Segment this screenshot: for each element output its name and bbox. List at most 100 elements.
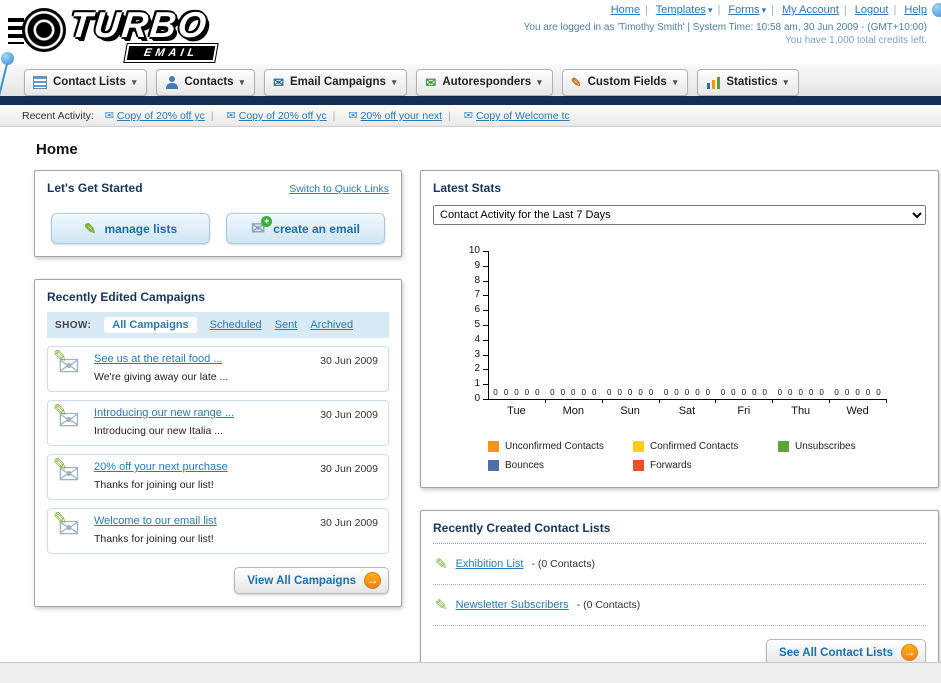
campaign-subtitle: Thanks for joining our list!: [94, 533, 214, 545]
tab-statistics[interactable]: Statistics ▾: [697, 69, 800, 96]
page-title: Home: [36, 141, 78, 158]
y-tick-label: 4: [474, 333, 480, 345]
y-tick-mark: [483, 310, 488, 312]
plus-icon: +: [261, 216, 273, 227]
logo-subtext: EMAIL: [123, 43, 219, 63]
x-tick-mark: [829, 399, 831, 403]
create-email-button[interactable]: ✉ + create an email: [226, 213, 385, 244]
bar-value-labels: 00000: [606, 388, 654, 397]
chart-x-axis: [488, 399, 886, 400]
stats-title: Latest Stats: [433, 181, 502, 195]
custom-fields-icon: ✎: [570, 74, 582, 90]
contact-lists-title: Recently Created Contact Lists: [433, 521, 611, 535]
filter-sent[interactable]: Sent: [275, 319, 298, 331]
campaign-subtitle: Thanks for joining our list!: [94, 479, 214, 491]
top-link-templates[interactable]: Templates ▾: [656, 4, 713, 16]
y-tick-mark: [483, 325, 488, 326]
autoresponders-icon: ✉: [425, 74, 437, 90]
tab-contact-lists[interactable]: Contact Lists ▾: [24, 69, 148, 96]
tab-autoresponders[interactable]: ✉ Autoresponders ▾: [416, 69, 553, 96]
envelope-icon: ✉: [104, 110, 114, 122]
campaign-row[interactable]: ✉ ✎ Welcome to our email list Thanks for …: [47, 508, 389, 554]
top-link-forms[interactable]: Forms ▾: [728, 4, 766, 16]
recent-activity-link[interactable]: 20% off your next: [361, 110, 443, 122]
campaign-row[interactable]: ✉ ✎ 20% off your next purchase Thanks for…: [47, 454, 389, 500]
filter-archived[interactable]: Archived: [310, 319, 353, 331]
pencil-icon: ✎: [435, 597, 448, 614]
recent-activity-bar: Recent Activity: ✉Copy of 20% off yc ✉Co…: [0, 105, 941, 127]
tab-contacts[interactable]: Contacts ▾: [156, 69, 256, 96]
x-tick-mark: [544, 399, 546, 403]
get-started-panel: Let's Get Started Switch to Quick Links …: [34, 170, 402, 257]
pencil-icon: ✎: [435, 556, 448, 573]
y-tick-label: 2: [474, 363, 480, 375]
recent-activity-link[interactable]: Copy of Welcome tc: [476, 110, 570, 122]
y-tick-label: 8: [474, 274, 480, 286]
bar-value-labels: 00000: [720, 388, 767, 397]
contact-lists-icon: [33, 75, 47, 89]
tab-email-campaigns[interactable]: ✉ Email Campaigns ▾: [264, 69, 408, 96]
chevron-down-icon: ▾: [239, 76, 245, 87]
contact-list-row[interactable]: ✎ Exhibition List - (0 Contacts): [433, 544, 926, 585]
campaign-title-link[interactable]: See us at the retail food ...: [94, 353, 302, 365]
top-link-help[interactable]: Help: [904, 4, 927, 16]
legend-swatch: [633, 460, 644, 471]
x-category-label: Tue: [507, 405, 526, 417]
switch-quick-links-link[interactable]: Switch to Quick Links: [289, 183, 389, 195]
chevron-down-icon: ▾: [131, 76, 137, 87]
bar-value-labels: 00000: [777, 388, 824, 397]
recent-activity-item: ✉ Copy of 20% off yc: [105, 110, 220, 122]
contact-list-link[interactable]: Newsletter Subscribers: [456, 599, 569, 611]
turbo-email-logo[interactable]: TURBO EMAIL: [8, 2, 268, 63]
bar-value-labels: 00000: [493, 388, 540, 397]
envelope-pencil-icon: ✉ ✎: [53, 509, 80, 543]
campaign-title-link[interactable]: Welcome to our email list: [94, 515, 302, 527]
tab-label: Contact Lists: [53, 76, 126, 88]
contact-list-row[interactable]: ✎ Newsletter Subscribers - (0 Contacts): [433, 585, 926, 626]
x-category-label: Fri: [737, 405, 751, 417]
y-tick-label: 9: [474, 259, 480, 271]
campaign-title-link[interactable]: 20% off your next purchase: [94, 461, 302, 473]
recent-activity-link[interactable]: Copy of 20% off yc: [239, 110, 327, 122]
envelope-icon: ✉: [348, 110, 358, 122]
tab-custom-fields[interactable]: ✎ Custom Fields ▾: [561, 69, 689, 96]
campaign-subtitle: We're giving away our late ...: [94, 371, 229, 383]
y-tick-mark: [483, 251, 488, 252]
manage-lists-button[interactable]: ✎ manage lists: [51, 213, 210, 244]
top-link-logout[interactable]: Logout: [855, 4, 889, 16]
login-info: You are logged in as 'Timothy Smith' | S…: [523, 22, 927, 33]
x-tick-mark: [658, 399, 660, 403]
recent-activity-item: ✉ 20% off your next: [348, 110, 456, 122]
stats-period-select[interactable]: Contact Activity for the Last 7 Days: [433, 205, 926, 225]
legend-swatch: [633, 441, 644, 452]
campaign-date: 30 Jun 2009: [320, 517, 378, 529]
speedometer-icon: [22, 8, 66, 52]
x-category-label: Mon: [562, 405, 584, 417]
bottom-strip: [0, 662, 941, 683]
y-tick-mark: [483, 295, 488, 297]
contact-list-count: - (0 Contacts): [576, 599, 641, 611]
tab-label: Autoresponders: [442, 76, 532, 88]
recent-activity-item: ✉ Copy of Welcome tc: [464, 110, 570, 122]
filter-scheduled[interactable]: Scheduled: [210, 319, 262, 331]
envelope-icon: ✉: [463, 110, 473, 122]
arrow-right-icon: →: [901, 644, 918, 661]
x-category-label: Wed: [846, 405, 869, 417]
campaign-row[interactable]: ✉ ✎ See us at the retail food ... We're g…: [47, 346, 389, 392]
envelope-pencil-icon: ✉ ✎: [53, 401, 80, 435]
legend-swatch: [488, 460, 499, 471]
campaign-row[interactable]: ✉ ✎ Introducing our new range ... Introdu…: [47, 400, 389, 446]
campaign-title-link[interactable]: Introducing our new range ...: [94, 407, 302, 419]
y-tick-mark: [483, 280, 488, 282]
top-link-my-account[interactable]: My Account: [782, 4, 839, 16]
recent-activity-item: ✉ Copy of 20% off yc: [227, 110, 342, 122]
contact-list-link[interactable]: Exhibition List: [456, 558, 524, 570]
y-tick-mark: [483, 354, 488, 356]
view-all-campaigns-button[interactable]: View All Campaigns →: [234, 567, 389, 594]
get-started-title: Let's Get Started: [47, 181, 143, 195]
filter-all-campaigns[interactable]: All Campaigns: [104, 317, 197, 333]
main-nav: Contact Lists ▾ Contacts ▾ ✉ Email Campa…: [0, 64, 941, 96]
x-tick-mark: [601, 399, 603, 403]
top-link-home[interactable]: Home: [611, 4, 640, 16]
recent-activity-link[interactable]: Copy of 20% off yc: [117, 110, 205, 122]
